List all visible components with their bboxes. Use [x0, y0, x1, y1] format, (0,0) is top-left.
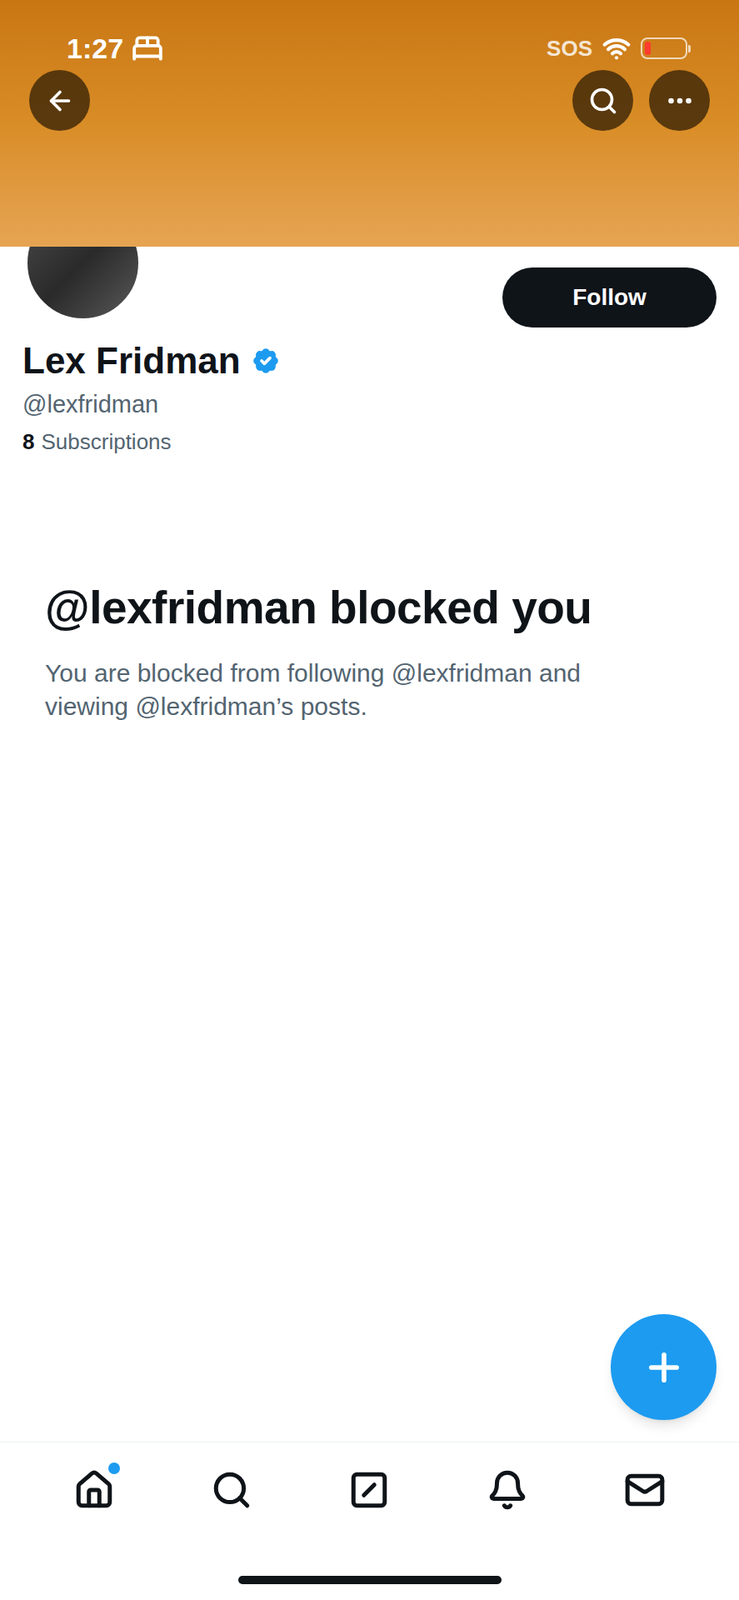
profile-banner: 1:27 SOS	[0, 0, 739, 247]
search-icon	[588, 85, 619, 116]
nav-item[interactable]	[56, 1452, 132, 1528]
nav-item[interactable]	[607, 1452, 683, 1528]
blocked-notice: @lexfridman blocked you You are blocked f…	[0, 579, 739, 724]
messages-icon	[624, 1468, 666, 1511]
follow-button[interactable]: Follow	[502, 267, 717, 328]
profile-header: Follow Lex Fridman @lexfridman 8Subscriptio…	[0, 246, 739, 455]
wifi-icon	[602, 34, 631, 63]
notifications-icon	[486, 1468, 529, 1511]
nav-item[interactable]	[469, 1452, 545, 1528]
battery-icon	[640, 37, 691, 60]
home-indicator	[238, 1575, 502, 1584]
back-icon	[44, 85, 75, 116]
back-button[interactable]	[29, 69, 90, 131]
more-icon	[664, 85, 695, 116]
sleep-focus-icon	[131, 32, 164, 65]
search-icon	[210, 1468, 253, 1511]
profile-screen: 1:27 SOS Follow Lex Fridman @lexfridman 8Subs…	[0, 0, 739, 1600]
profile-handle: @lexfridman	[22, 389, 717, 420]
banner-actions	[0, 69, 739, 131]
status-time: 1:27	[66, 27, 124, 70]
subscriptions-link[interactable]: 8Subscriptions	[22, 429, 717, 455]
home-icon	[73, 1468, 115, 1511]
status-bar: 1:27 SOS	[0, 0, 739, 97]
nav-item[interactable]	[331, 1452, 407, 1528]
verified-badge-icon	[249, 344, 283, 378]
nav-item[interactable]	[194, 1452, 270, 1528]
compose-button[interactable]	[610, 1313, 717, 1420]
more-button[interactable]	[649, 69, 710, 131]
blocked-message: You are blocked from following @lexfridm…	[44, 656, 695, 724]
blocked-title: @lexfridman blocked you	[44, 579, 695, 635]
plus-icon	[642, 1345, 686, 1389]
grok-icon	[348, 1468, 390, 1511]
profile-name: Lex Fridman	[22, 339, 241, 384]
bottom-nav	[0, 1441, 739, 1600]
unread-dot	[108, 1462, 120, 1474]
main-content: 1:27 SOS Follow Lex Fridman @lexfridman 8Subs…	[0, 0, 739, 1442]
sos-indicator: SOS	[546, 32, 593, 65]
search-button[interactable]	[572, 69, 634, 131]
